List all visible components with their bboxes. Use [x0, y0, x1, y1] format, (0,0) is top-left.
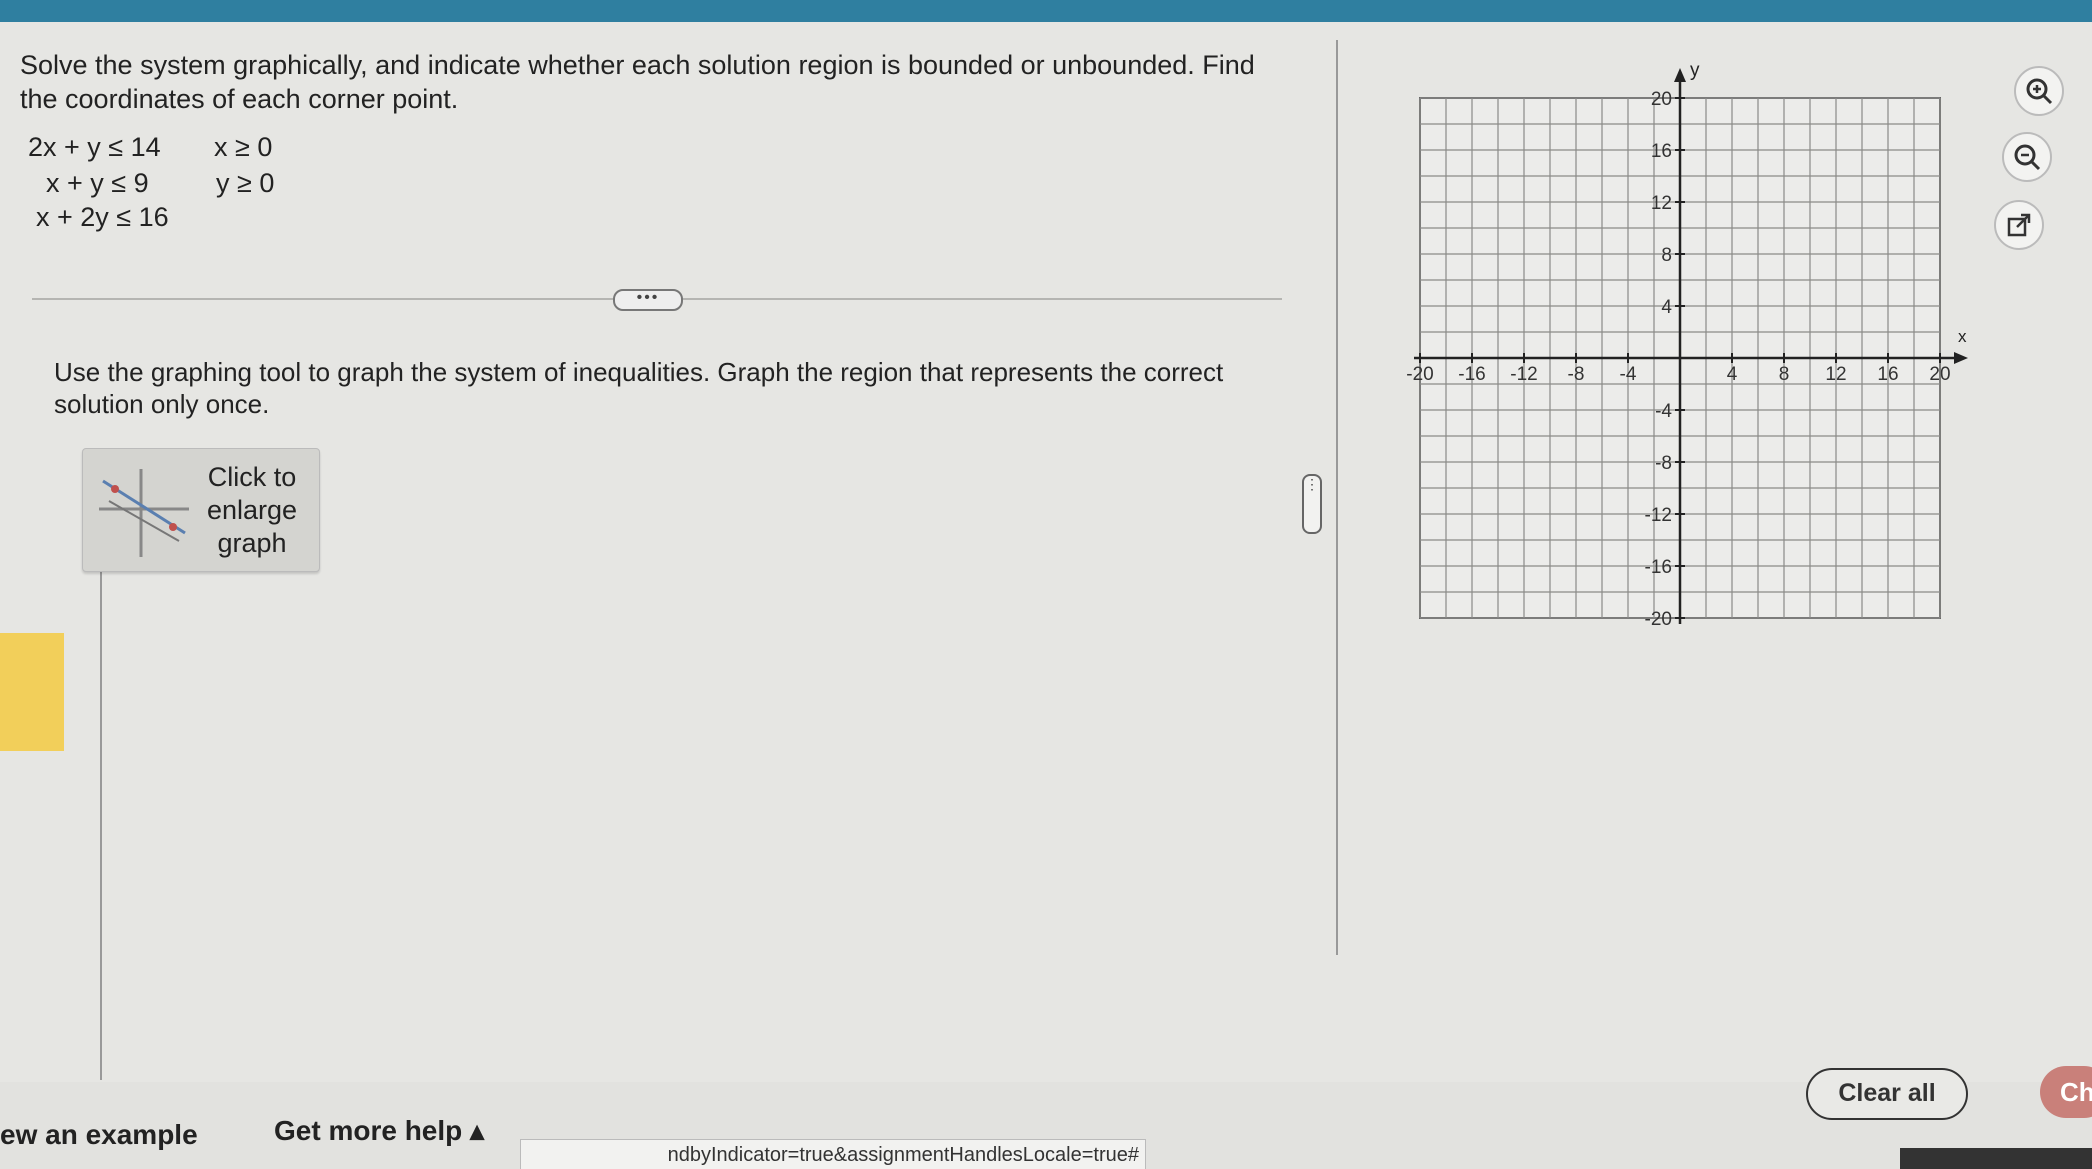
y-tick-label: -16 [1645, 557, 1672, 578]
y-tick-label: 4 [1661, 297, 1672, 318]
y-tick-label: -12 [1645, 505, 1672, 526]
coordinate-grid[interactable]: x y -20 -16 -12 -8 -4 4 8 12 16 20 20 16 12 8 4 -4 -8 -12 -1… [1380, 58, 1980, 658]
inequality-1: 2x + y ≤ 14 [28, 132, 161, 162]
y-tick-label: -8 [1655, 453, 1672, 474]
graph-thumbnail-icon [99, 469, 189, 557]
graphing-canvas[interactable]: x y -20 -16 -12 -8 -4 4 8 12 16 20 20 16 12 8 4 -4 -8 -12 -1… [1380, 58, 1980, 658]
inequality-2: x + y ≤ 9 [46, 168, 149, 198]
y-axis-label: y [1690, 60, 1700, 81]
side-tab[interactable] [0, 633, 64, 751]
x-axis-label: x [1958, 327, 1967, 346]
y-tick-label: 12 [1651, 193, 1672, 214]
y-tick-label: 20 [1651, 89, 1672, 110]
y-tick-label: 16 [1651, 141, 1672, 162]
pane-divider [1336, 40, 1338, 955]
left-pane-border [100, 560, 102, 1080]
inequality-4: x ≥ 0 [214, 132, 273, 162]
inequality-5: y ≥ 0 [216, 168, 275, 198]
check-answer-button[interactable]: Ch [2040, 1066, 2092, 1118]
x-tick-label: -4 [1620, 364, 1637, 385]
x-tick-label: 4 [1727, 364, 1738, 385]
instruction-text: Use the graphing tool to graph the syste… [54, 357, 1224, 419]
x-tick-label: -16 [1458, 364, 1485, 385]
top-bar [0, 0, 2092, 22]
x-tick-label: 20 [1929, 364, 1950, 385]
enlarge-graph-button[interactable]: Click to enlarge graph [82, 448, 320, 572]
pane-resize-handle[interactable]: ⋮ [1302, 474, 1322, 534]
y-tick-label: 8 [1661, 245, 1672, 266]
y-tick-label: -4 [1655, 401, 1672, 422]
external-link-icon[interactable] [1994, 200, 2044, 250]
enlarge-graph-label: Click to enlarge graph [206, 462, 298, 558]
status-url: ndbyIndicator=true&assignmentHandlesLoca… [520, 1139, 1146, 1169]
zoom-in-icon[interactable] [2014, 66, 2064, 116]
taskbar-edge [1900, 1148, 2092, 1169]
clear-all-button[interactable]: Clear all [1806, 1068, 1968, 1120]
x-tick-label: -8 [1568, 364, 1585, 385]
x-tick-label: -12 [1510, 364, 1537, 385]
question-text: Solve the system graphically, and indica… [20, 50, 1255, 114]
get-more-help-link[interactable]: Get more help ▴ [274, 1114, 484, 1147]
y-tick-label: -20 [1645, 609, 1672, 630]
x-axis-arrow [1954, 352, 1968, 364]
zoom-out-icon[interactable] [2002, 132, 2052, 182]
y-axis-arrow [1674, 68, 1686, 82]
x-tick-label: -20 [1406, 364, 1433, 385]
expand-handle[interactable]: ••• [613, 289, 683, 311]
x-tick-label: 8 [1779, 364, 1790, 385]
x-tick-label: 12 [1825, 364, 1846, 385]
view-example-link[interactable]: ew an example [0, 1119, 198, 1151]
x-tick-label: 16 [1877, 364, 1898, 385]
inequality-3: x + 2y ≤ 16 [36, 202, 169, 232]
